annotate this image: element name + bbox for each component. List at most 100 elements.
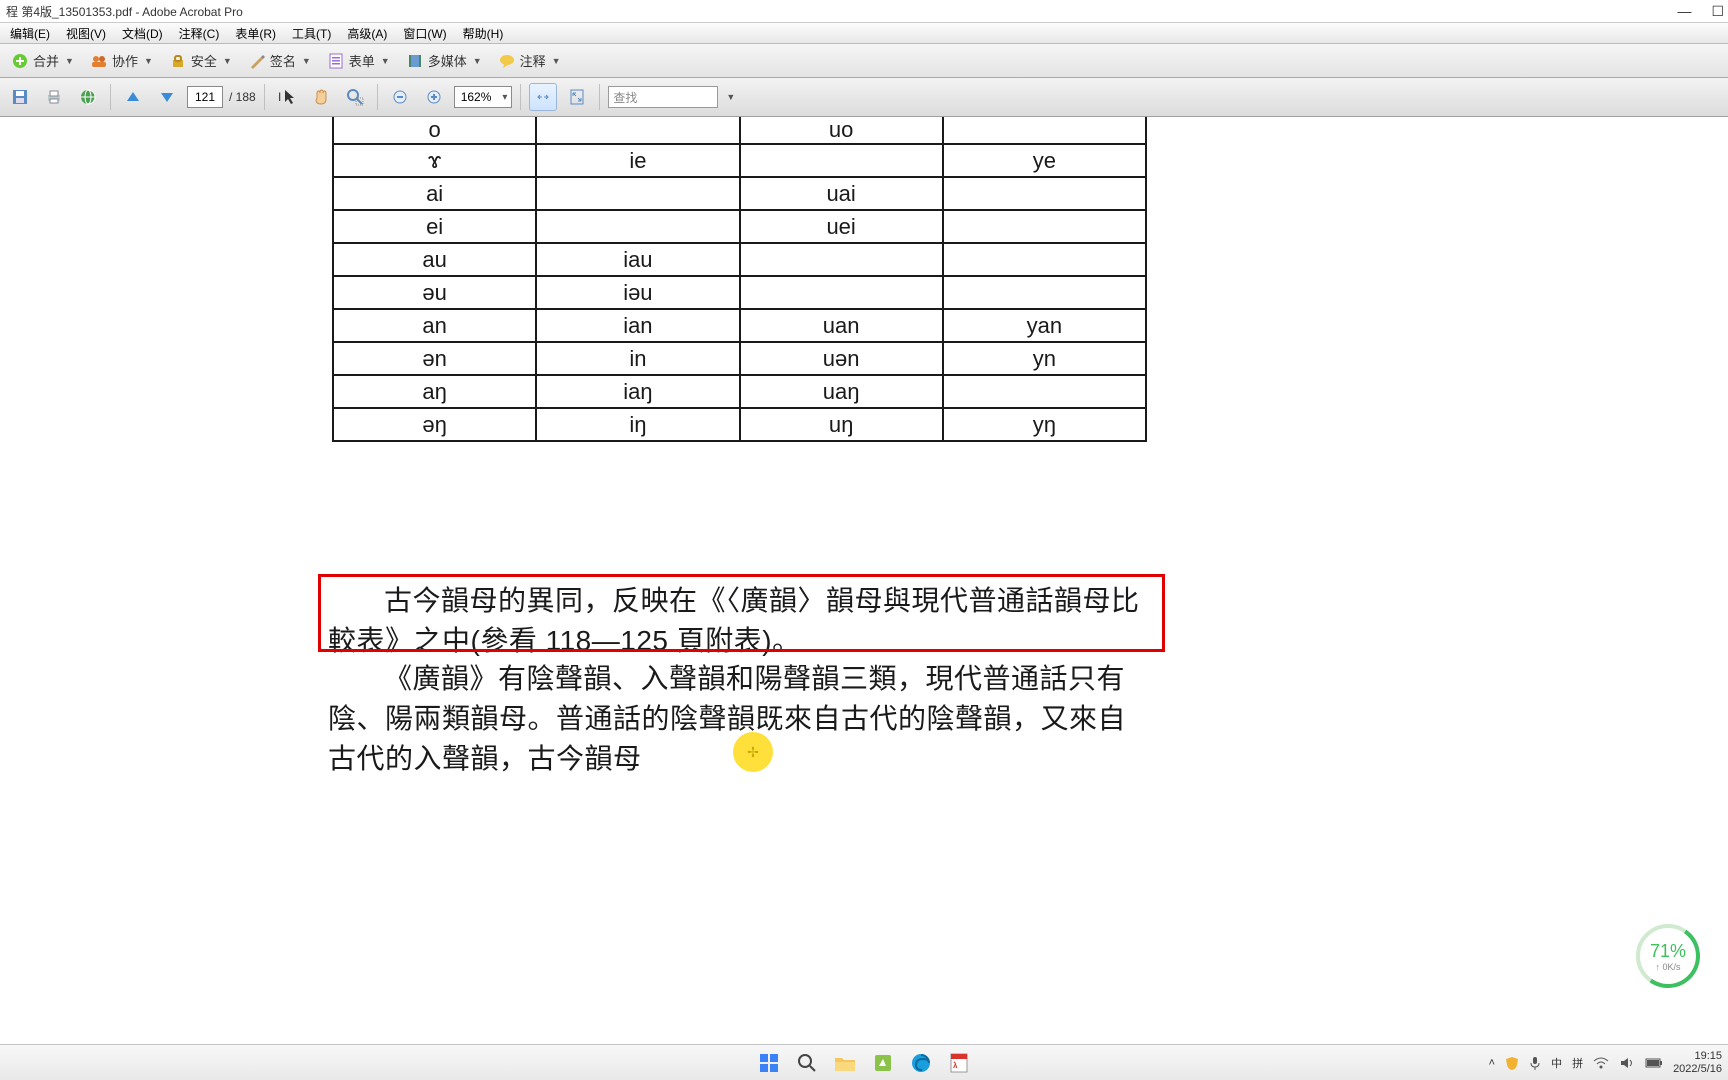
collab-button[interactable]: 协作▼ [83,47,160,74]
table-cell: iau [536,243,739,276]
search-dropdown[interactable]: ▼ [726,92,735,102]
menu-forms[interactable]: 表单(R) [227,23,284,44]
table-cell [943,117,1146,144]
tray-chevron-icon[interactable]: ˄ [1489,1057,1495,1069]
table-cell [943,210,1146,243]
menubar: 编辑(E) 视图(V) 文档(D) 注释(C) 表单(R) 工具(T) 高级(A… [0,23,1728,44]
tray-datetime[interactable]: 19:15 2022/5/16 [1673,1050,1722,1075]
merge-button[interactable]: 合并▼ [4,47,81,74]
menu-window[interactable]: 窗口(W) [395,23,454,44]
table-cell: yŋ [943,408,1146,441]
table-cell: au [333,243,536,276]
web-button[interactable] [74,83,102,111]
table-cell [740,144,943,177]
search-taskbar-button[interactable] [792,1048,822,1078]
tray-date: 2022/5/16 [1673,1063,1722,1076]
window-controls: — ☐ [1677,3,1724,20]
pen-icon [248,52,266,70]
comment-button[interactable]: 注释▼ [491,47,568,74]
secure-button[interactable]: 安全▼ [162,47,239,74]
table-cell: uei [740,210,943,243]
hand-tool[interactable] [307,83,335,111]
table-cell [943,243,1146,276]
menu-view[interactable]: 视图(V) [58,23,114,44]
select-tool[interactable]: I [273,83,301,111]
tray-shield-icon[interactable] [1505,1056,1519,1070]
menu-edit[interactable]: 编辑(E) [2,23,58,44]
search-input[interactable]: 查找 [608,86,718,108]
svg-text:λ: λ [953,1061,958,1070]
tray-ime-lang[interactable]: 中 [1551,1055,1562,1071]
zoom-in-button[interactable] [420,83,448,111]
forms-button[interactable]: 表单▼ [320,47,397,74]
table-cell: aŋ [333,375,536,408]
menu-tools[interactable]: 工具(T) [284,23,339,44]
table-cell: ie [536,144,739,177]
table-cell: yan [943,309,1146,342]
document-viewport[interactable]: ouoɤieyeaiuaieiueiauiauəuiəuanianuanyanə… [0,117,1728,1044]
table-cell: iəu [536,276,739,309]
marquee-zoom-tool[interactable] [341,83,369,111]
table-cell: ei [333,210,536,243]
table-cell: ye [943,144,1146,177]
acrobat-taskbar-button[interactable]: λ [944,1048,974,1078]
paragraph-1: 古今韻母的異同，反映在《〈廣韻〉韻母與現代普通話韻母比較表》之中(參看 118—… [328,581,1148,661]
app-taskbar-button[interactable] [868,1048,898,1078]
table-cell: uan [740,309,943,342]
start-button[interactable] [754,1048,784,1078]
table-cell [943,177,1146,210]
fit-width-button[interactable] [529,83,557,111]
window-title: 程 第4版_13501353.pdf - Adobe Acrobat Pro [4,3,243,20]
menu-comments[interactable]: 注释(C) [171,23,228,44]
taskbar: λ ˄ 中 拼 19:15 2022/5/16 [0,1044,1728,1080]
zoom-out-button[interactable] [386,83,414,111]
table-cell: an [333,309,536,342]
tray-wifi-icon[interactable] [1593,1057,1609,1069]
print-button[interactable] [40,83,68,111]
cursor-highlight: ✢ [733,732,773,772]
toolbar-nav: / 188 I 162% 查找 ▼ [0,78,1728,117]
taskbar-center: λ [754,1048,974,1078]
form-icon [327,52,345,70]
tray-mic-icon[interactable] [1529,1056,1541,1070]
plus-icon [11,52,29,70]
multimedia-button[interactable]: 多媒体▼ [399,47,489,74]
sign-button[interactable]: 签名▼ [241,47,318,74]
table-cell: ian [536,309,739,342]
table-cell: yn [943,342,1146,375]
minimize-button[interactable]: — [1677,3,1691,20]
table-cell [943,276,1146,309]
pdf-page: ouoɤieyeaiuaieiueiauiauəuiəuanianuanyanə… [332,117,1147,442]
table-cell: ən [333,342,536,375]
network-speed-widget[interactable]: 71% ↑ 0K/s [1636,924,1700,988]
page-up-button[interactable] [119,83,147,111]
table-cell [740,276,943,309]
titlebar: 程 第4版_13501353.pdf - Adobe Acrobat Pro —… [0,0,1728,23]
zoom-select[interactable]: 162% [454,86,513,108]
menu-document[interactable]: 文档(D) [114,23,171,44]
speech-icon [498,52,516,70]
edge-taskbar-button[interactable] [906,1048,936,1078]
menu-advanced[interactable]: 高级(A) [339,23,395,44]
table-cell: iaŋ [536,375,739,408]
table-cell [536,117,739,144]
tray-battery-icon[interactable] [1645,1058,1663,1068]
fit-page-button[interactable] [563,83,591,111]
maximize-button[interactable]: ☐ [1711,3,1724,20]
table-cell: o [333,117,536,144]
table-cell: uo [740,117,943,144]
menu-help[interactable]: 帮助(H) [455,23,512,44]
save-button[interactable] [6,83,34,111]
toolbar-tasks: 合并▼ 协作▼ 安全▼ 签名▼ 表单▼ 多媒体▼ 注释▼ [0,44,1728,78]
table-cell: uən [740,342,943,375]
page-number-input[interactable] [187,86,223,108]
film-icon [406,52,424,70]
table-cell: ai [333,177,536,210]
table-cell: iŋ [536,408,739,441]
tray-volume-icon[interactable] [1619,1056,1635,1070]
table-cell [536,177,739,210]
tray-ime-mode[interactable]: 拼 [1572,1055,1583,1071]
page-down-button[interactable] [153,83,181,111]
table-cell: əu [333,276,536,309]
explorer-taskbar-button[interactable] [830,1048,860,1078]
